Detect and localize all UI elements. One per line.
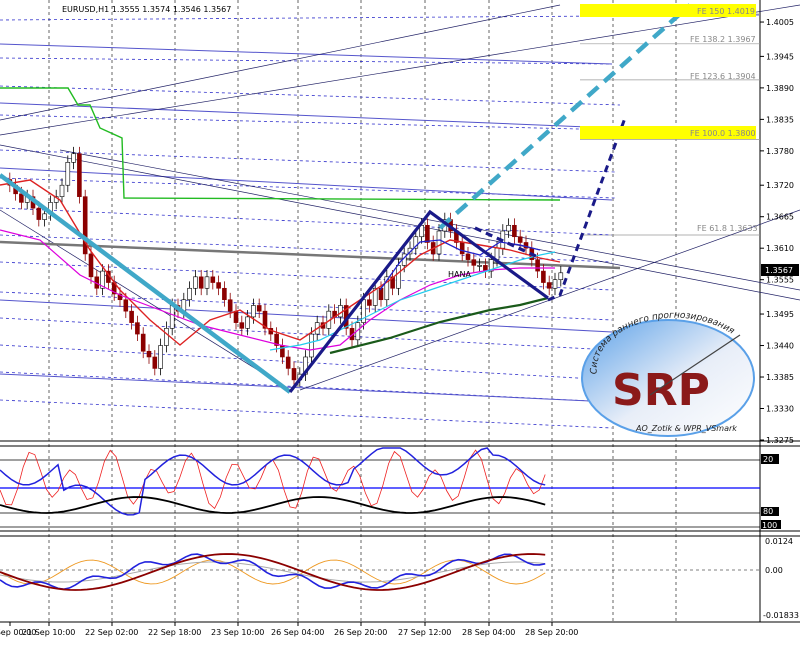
candle-body (285, 356, 291, 369)
fib-label-138: FE 138.2 1.3967 (690, 35, 756, 44)
candle-body (233, 310, 239, 323)
candle-body (465, 253, 471, 260)
candle-body (425, 224, 430, 243)
price-tick-label: 1.3555 (766, 276, 794, 285)
osc2-tick-bottom: -0.01833 (763, 611, 799, 620)
time-tick-label: 22 Sep 18:00 (148, 628, 201, 637)
osc2-tick-zero: 0.00 (765, 566, 783, 575)
chart-window: FE 150 1.4019 FE 138.2 1.3967 FE 123.6 1… (0, 0, 800, 641)
time-tick-label: 23 Sep 10:00 (211, 628, 264, 637)
candle-body (169, 305, 175, 329)
candle-body (77, 153, 82, 197)
candle-body (396, 265, 401, 289)
price-tick-label: 1.3945 (766, 52, 794, 61)
candle-body (251, 305, 256, 318)
candle-body (198, 276, 204, 289)
candle-body (558, 272, 564, 280)
candle-body (146, 350, 152, 358)
price-tick-label: 1.3665 (766, 213, 794, 222)
current-price-label: 1.3567 (765, 266, 793, 275)
osc1-tick-80: 80 (763, 507, 773, 516)
candle-body (123, 299, 129, 312)
candle-body (210, 276, 216, 283)
price-tick-label: 1.3720 (766, 181, 794, 190)
logo-srp: SRP (612, 365, 710, 416)
candle-body (42, 213, 47, 220)
fib-label-123: FE 123.6 1.3904 (690, 72, 756, 81)
price-tick-label: 1.3780 (766, 147, 794, 156)
candle-body (19, 193, 24, 203)
time-tick-label: 28 Sep 20:00 (525, 628, 578, 637)
price-tick-label: 1.3440 (766, 342, 794, 351)
candle-body (436, 230, 442, 255)
time-tick-label: 21 Sep 10:00 (22, 628, 75, 637)
candle-body (512, 224, 517, 238)
candle-body (378, 287, 384, 301)
price-tick-label: 1.4005 (766, 18, 794, 27)
fib-label-100: FE 100.0 1.3800 (690, 129, 756, 138)
candle-body (71, 153, 76, 163)
fib-label-61: FE 61.8 1.3633 (697, 224, 758, 233)
chart-canvas: FE 150 1.4019 FE 138.2 1.3967 FE 123.6 1… (0, 0, 800, 641)
candle-body (291, 368, 297, 381)
candle-body (535, 259, 540, 272)
price-tick-label: 1.3330 (766, 405, 794, 414)
candle-body (222, 287, 227, 301)
candle-body (471, 259, 477, 266)
candle-body (36, 207, 42, 220)
osc2-tick-top: 0.0124 (765, 537, 793, 546)
candle-body (158, 345, 163, 369)
candle-body (459, 242, 465, 255)
osc1-tick-20: 20 (763, 455, 773, 464)
candle-body (140, 333, 146, 352)
price-tick-label: 1.3835 (766, 115, 794, 124)
candle-body (517, 236, 523, 243)
candle-body (367, 299, 372, 306)
pattern-label: HANA (448, 270, 471, 279)
candle-body (256, 305, 262, 312)
candle-body (239, 322, 245, 329)
candle-body (59, 184, 65, 197)
candle-body (552, 279, 558, 289)
osc1-tick-100: 100 (762, 521, 777, 530)
fib-label-150: FE 150 1.4019 (697, 7, 755, 16)
price-tick-label: 1.3890 (766, 84, 794, 93)
candle-body (193, 276, 198, 289)
candle-body (338, 305, 343, 318)
candle-body (187, 287, 192, 301)
time-tick-label: 22 Sep 02:00 (85, 628, 138, 637)
candle-body (88, 253, 94, 278)
candle-body (65, 162, 71, 186)
candle-body (245, 316, 250, 329)
time-tick-label: 26 Sep 20:00 (334, 628, 387, 637)
candle-body (477, 265, 482, 267)
price-tick-label: 1.3385 (766, 373, 794, 382)
candle-body (227, 299, 233, 312)
time-tick-label: 28 Sep 04:00 (462, 628, 515, 637)
candle-body (135, 322, 140, 335)
price-tick-label: 1.3495 (766, 310, 794, 319)
symbol-header: EURUSD,H1 1.3555 1.3574 1.3546 1.3567 (62, 5, 231, 14)
time-tick-label: 27 Sep 12:00 (398, 628, 451, 637)
candle-body (164, 328, 169, 346)
candle-body (309, 333, 314, 358)
logo-footer: AO_Zotik & WPR_VSmark (635, 424, 737, 433)
candle-body (506, 224, 511, 232)
candle-body (216, 282, 221, 289)
candle-body (546, 282, 552, 289)
candle-body (129, 310, 134, 323)
candle-body (204, 276, 210, 289)
candle-body (152, 356, 158, 369)
time-tick-label: 26 Sep 04:00 (271, 628, 324, 637)
candle-body (541, 270, 546, 283)
price-tick-label: 1.3610 (766, 244, 794, 253)
price-tick-label: 1.3275 (766, 436, 794, 445)
